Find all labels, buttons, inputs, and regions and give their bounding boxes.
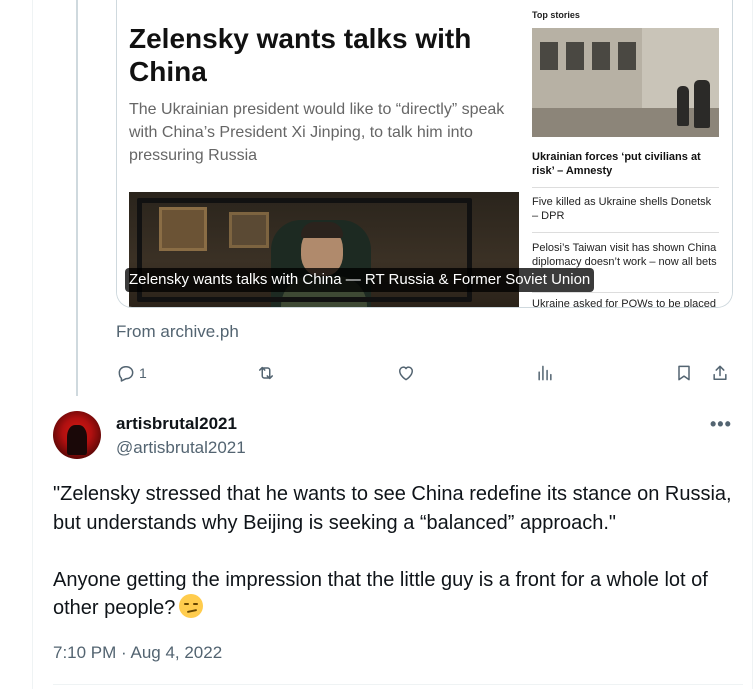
top-story-item: Pelosi’s Taiwan visit has shown China di… xyxy=(532,242,717,268)
figure-shape xyxy=(694,80,710,128)
window-shape xyxy=(592,42,610,70)
avatar-figure xyxy=(67,425,87,455)
tweet-body: "Zelensky stressed that he wants to see … xyxy=(53,483,732,619)
tweet-timestamp[interactable]: 7:10 PM · Aug 4, 2022 xyxy=(53,643,222,663)
smirking-face-icon xyxy=(179,594,204,618)
share-button[interactable] xyxy=(710,360,730,386)
reply-count: 1 xyxy=(139,365,147,381)
tweet-actions-bar: 1 xyxy=(116,360,736,386)
top-story-item: Ukraine asked for POWs to be placed xyxy=(532,298,717,308)
tweet-text: "Zelensky stressed that he wants to see … xyxy=(53,480,743,623)
thread-connector-line xyxy=(76,0,78,396)
divider xyxy=(532,187,719,188)
display-name[interactable]: artisbrutal2021 xyxy=(116,414,237,434)
window-shape xyxy=(540,42,558,70)
link-source[interactable]: From archive.ph xyxy=(116,322,239,342)
bookmark-icon xyxy=(678,365,690,381)
window-shape xyxy=(618,42,636,70)
user-handle[interactable]: @artisbrutal2021 xyxy=(116,438,246,458)
top-story-photo xyxy=(532,28,719,137)
more-options-icon[interactable]: ••• xyxy=(710,414,732,435)
views-icon xyxy=(538,365,552,381)
link-preview-image: Zelensky wants talks with China The Ukra… xyxy=(117,0,732,307)
bookmark-button[interactable] xyxy=(674,360,694,386)
link-preview-caption: Zelensky wants talks with China — RT Rus… xyxy=(125,268,595,292)
retweet-icon xyxy=(259,366,273,380)
retweet-button[interactable] xyxy=(256,360,276,386)
share-icon xyxy=(713,365,727,380)
top-stories-column: Top stories Ukrainian forces ‘put civili… xyxy=(532,0,719,307)
reply-button[interactable]: 1 xyxy=(116,360,147,386)
debris-shape xyxy=(532,108,719,137)
timeline-left-border xyxy=(32,0,33,689)
views-button[interactable] xyxy=(535,360,555,386)
reply-icon xyxy=(118,366,134,382)
avatar[interactable] xyxy=(53,411,101,459)
like-button[interactable] xyxy=(396,360,416,386)
article-subtitle: The Ukrainian president would like to “d… xyxy=(129,101,505,164)
like-icon xyxy=(399,366,413,381)
figure-shape xyxy=(677,86,689,126)
divider xyxy=(53,684,743,685)
top-stories-header: Top stories xyxy=(532,10,580,20)
window-shape xyxy=(566,42,584,70)
link-preview-card[interactable]: Zelensky wants talks with China The Ukra… xyxy=(116,0,733,308)
top-story-headline: Ukrainian forces ‘put civilians at risk’… xyxy=(532,151,701,177)
top-story-item: Five killed as Ukraine shells Donetsk – … xyxy=(532,196,712,222)
divider xyxy=(532,232,719,233)
divider xyxy=(532,292,719,293)
article-title: Zelensky wants talks with China xyxy=(129,23,472,87)
emoji-mouth xyxy=(187,608,198,614)
